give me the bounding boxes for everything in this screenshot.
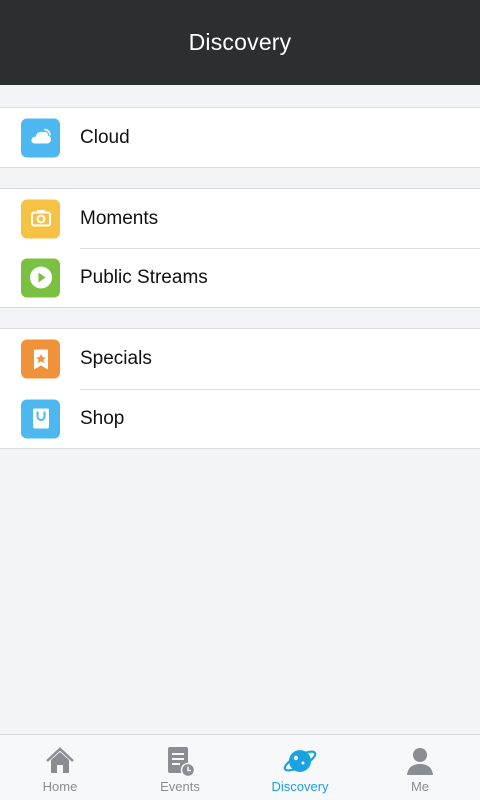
cloud-icon [21, 118, 60, 157]
menu-item-label: Public Streams [80, 266, 208, 288]
page-title: Discovery [188, 29, 292, 55]
menu-item-label: Moments [80, 207, 159, 229]
tab-me[interactable]: Me [360, 735, 480, 800]
shopping-bag-icon [21, 399, 60, 438]
play-icon [21, 258, 60, 297]
planet-icon [282, 743, 318, 779]
tab-label: Discovery [271, 779, 329, 794]
events-icon [162, 743, 198, 779]
menu-item-public-streams[interactable]: Public Streams [0, 248, 480, 307]
menu-group-cloud: Cloud [0, 107, 480, 168]
tab-events[interactable]: Events [120, 735, 240, 800]
person-icon [402, 743, 438, 779]
menu-item-cloud[interactable]: Cloud [0, 108, 480, 167]
star-bookmark-icon [21, 339, 60, 379]
menu-group-social: Moments Public Streams [0, 188, 480, 308]
home-icon [42, 743, 78, 779]
tab-label: Events [160, 779, 200, 794]
camera-icon [21, 199, 60, 238]
menu-item-label: Cloud [80, 126, 130, 148]
bottom-tab-bar: Home Events Discovery Me [0, 734, 480, 800]
menu-item-specials[interactable]: Specials [0, 329, 480, 389]
menu-item-label: Shop [80, 407, 125, 429]
tab-discovery[interactable]: Discovery [240, 735, 360, 800]
tab-home[interactable]: Home [0, 735, 120, 800]
tab-label: Home [42, 779, 78, 794]
top-bar: Discovery [0, 0, 480, 85]
menu-item-moments[interactable]: Moments [0, 189, 480, 248]
tab-label: Me [410, 779, 430, 794]
menu-item-shop[interactable]: Shop [0, 389, 480, 448]
menu-group-shopping: Specials Shop [0, 328, 480, 449]
menu-item-label: Specials [80, 348, 152, 369]
